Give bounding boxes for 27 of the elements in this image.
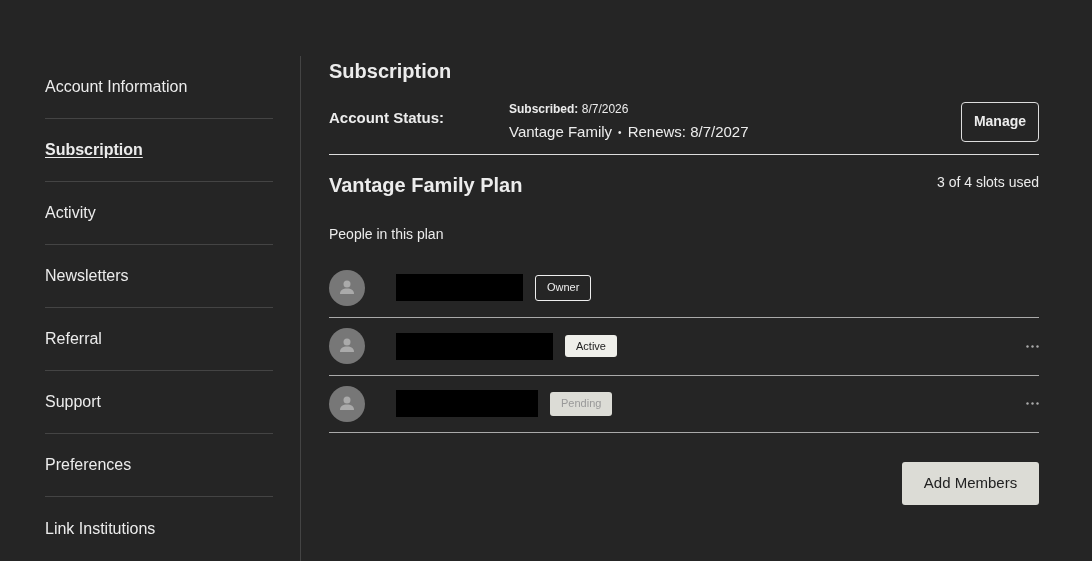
more-options-icon[interactable] [1026, 344, 1039, 348]
sidebar-link[interactable]: Link Institutions [45, 516, 156, 541]
avatar-icon [329, 328, 365, 364]
people-label: People in this plan [329, 224, 445, 244]
sidebar-link[interactable]: Preferences [45, 453, 132, 477]
sidebar-link[interactable]: Activity [45, 201, 96, 225]
subscribed-date: Subscribed: 8/7/2026 [509, 101, 630, 118]
add-members-button[interactable]: Add Members [902, 461, 1039, 505]
account-status-label: Account Status: [329, 107, 445, 128]
renewal-date: Renews: 8/7/2027 [627, 122, 749, 142]
avatar-icon [329, 385, 365, 422]
sidebar-link[interactable]: Newsletters [45, 264, 129, 288]
status-badge: Active [565, 335, 617, 357]
status-badge: Pending [550, 391, 613, 416]
sidebar-link[interactable]: Support [45, 390, 102, 414]
status-badge: Owner [535, 274, 592, 301]
avatar-icon [329, 269, 365, 306]
slots-used: 3 of 4 slots used [937, 172, 1039, 192]
sidebar-link[interactable]: Referral [45, 327, 102, 351]
manage-button[interactable]: Manage [960, 101, 1039, 142]
sidebar-link[interactable]: Account Information [45, 75, 188, 99]
more-options-icon[interactable] [1026, 402, 1039, 405]
separator-dot: • [618, 125, 622, 140]
sidebar-link[interactable]: Subscription [45, 138, 143, 162]
plan-title: Vantage Family Plan [329, 172, 523, 198]
page-title: Subscription [329, 59, 453, 84]
plan-name: Vantage Family [509, 122, 613, 142]
